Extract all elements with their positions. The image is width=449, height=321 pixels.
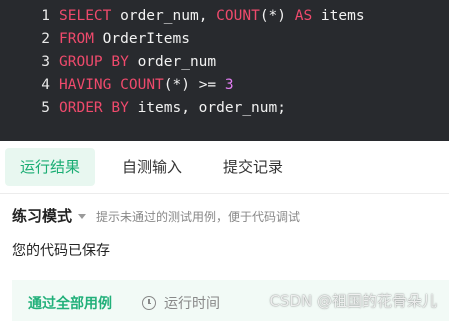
code-line-3[interactable]: 3 GROUP BY order_num bbox=[0, 51, 216, 74]
sql-text: OrderItems bbox=[93, 31, 190, 47]
caret-down-icon[interactable] bbox=[78, 214, 87, 219]
practice-mode-selector[interactable]: 练习模式 提示未通过的测试用例，便于代码调试 bbox=[12, 205, 300, 227]
code-editor[interactable]: 1 SELECT order_num, COUNT(*) AS items 2 FR… bbox=[0, 0, 449, 141]
app-root: 1 SELECT order_num, COUNT(*) AS items 2 FR… bbox=[0, 0, 449, 321]
tab-self-test[interactable]: 自测输入 bbox=[108, 148, 196, 186]
runtime-label: 运行时间 bbox=[164, 296, 220, 312]
sql-keyword: COUNT bbox=[120, 77, 164, 93]
clock-icon bbox=[142, 296, 156, 310]
sql-keyword: FROM bbox=[59, 31, 94, 47]
sql-text: items, order_num; bbox=[128, 100, 286, 116]
result-tabs: 运行结果 自测输入 提交记录 bbox=[0, 141, 449, 194]
tab-submit-log[interactable]: 提交记录 bbox=[208, 148, 298, 186]
saved-message: 您的代码已保存 bbox=[12, 243, 110, 259]
mode-hint: 提示未通过的测试用例，便于代码调试 bbox=[96, 210, 301, 224]
line-number: 4 bbox=[41, 77, 50, 93]
sql-text: items bbox=[312, 8, 365, 24]
line-number: 5 bbox=[41, 100, 50, 116]
sql-keyword: ORDER BY bbox=[59, 100, 129, 116]
code-line-5[interactable]: 5 ORDER BY items, order_num; bbox=[0, 97, 286, 120]
line-number: 3 bbox=[41, 54, 50, 70]
sql-keyword: COUNT bbox=[216, 8, 260, 24]
sql-number: 3 bbox=[224, 77, 234, 93]
mode-label[interactable]: 练习模式 bbox=[12, 207, 72, 225]
line-number: 1 bbox=[41, 8, 50, 24]
code-line-2[interactable]: 2 FROM OrderItems bbox=[0, 28, 190, 51]
code-line-4[interactable]: 4 HAVING COUNT(*) >= 3 bbox=[0, 74, 234, 97]
sql-text: order_num, bbox=[111, 8, 217, 24]
pass-status: 通过全部用例 bbox=[28, 296, 112, 312]
sql-keyword: HAVING bbox=[59, 77, 112, 93]
code-line-1[interactable]: 1 SELECT order_num, COUNT(*) AS items bbox=[0, 5, 365, 28]
tab-run-result[interactable]: 运行结果 bbox=[5, 148, 95, 186]
sql-text: (*) >= bbox=[163, 77, 225, 93]
sql-keyword: AS bbox=[294, 8, 313, 24]
sql-text: order_num bbox=[128, 54, 217, 70]
sql-text: (*) bbox=[259, 8, 295, 24]
sql-keyword: GROUP BY bbox=[59, 54, 129, 70]
sql-keyword: SELECT bbox=[59, 8, 112, 24]
line-number: 2 bbox=[41, 31, 50, 47]
watermark: CSDN @祖国的花骨朵儿 bbox=[269, 292, 437, 310]
